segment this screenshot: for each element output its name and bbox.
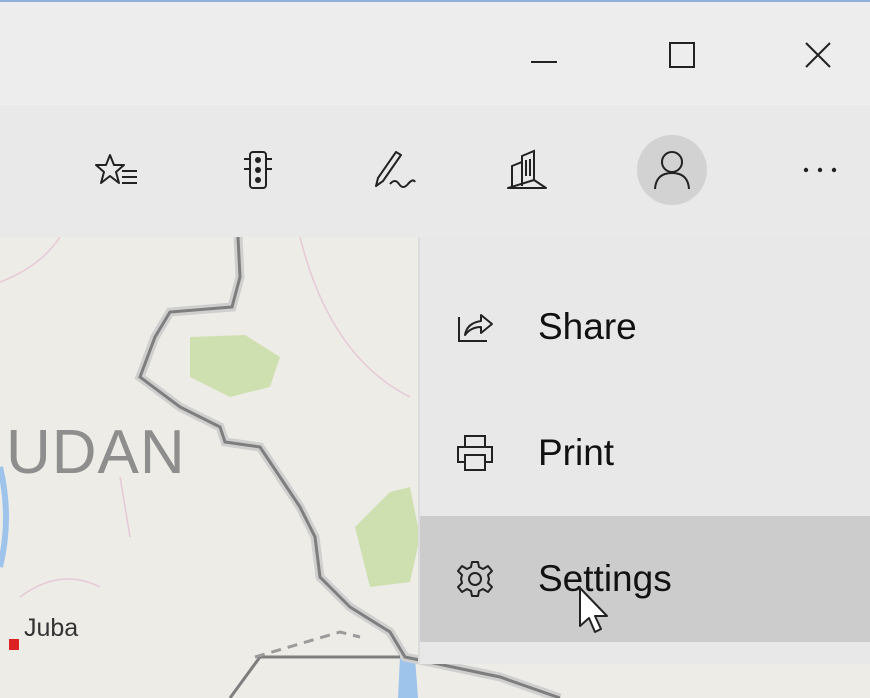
menu-item-print[interactable]: Print [420, 390, 870, 516]
more-button[interactable] [780, 133, 860, 207]
avatar [637, 135, 707, 205]
disputed-border [254, 630, 361, 659]
menu-item-label: Share [538, 306, 637, 347]
minimize-icon [531, 61, 557, 63]
gear-icon [450, 554, 500, 604]
traffic-light-icon [244, 151, 272, 189]
menu-footer [420, 644, 870, 664]
pen-ink-icon [375, 151, 416, 188]
minimize-button[interactable] [514, 30, 574, 80]
country-label: UDAN [6, 418, 186, 487]
account-button[interactable] [632, 133, 712, 207]
more-options-menu: Share Print Settings [420, 237, 870, 664]
3d-buildings-icon [507, 149, 547, 189]
3d-cities-button[interactable] [488, 133, 568, 207]
park-area [190, 335, 280, 397]
city-label: Juba [24, 614, 79, 642]
maximize-icon [669, 42, 695, 68]
country-border [228, 655, 400, 698]
window-accent-edge [0, 0, 870, 2]
ink-button[interactable] [352, 133, 432, 207]
park-area [355, 487, 420, 587]
favorites-list-icon [95, 154, 137, 184]
city-marker [9, 639, 19, 650]
close-icon [805, 42, 831, 68]
menu-item-share[interactable]: Share [420, 264, 870, 390]
menu-item-label: Print [538, 432, 615, 473]
maximize-button[interactable] [652, 30, 712, 80]
title-bar [0, 0, 870, 105]
menu-item-settings[interactable]: Settings [420, 516, 870, 642]
close-button[interactable] [788, 30, 848, 80]
traffic-button[interactable] [218, 133, 298, 207]
person-icon [654, 151, 690, 190]
favorites-button[interactable] [77, 133, 157, 207]
share-icon [450, 302, 500, 352]
map-toolbar [0, 105, 870, 237]
printer-icon [450, 428, 500, 478]
mouse-cursor-icon [579, 587, 608, 633]
more-dots-icon [803, 167, 837, 173]
